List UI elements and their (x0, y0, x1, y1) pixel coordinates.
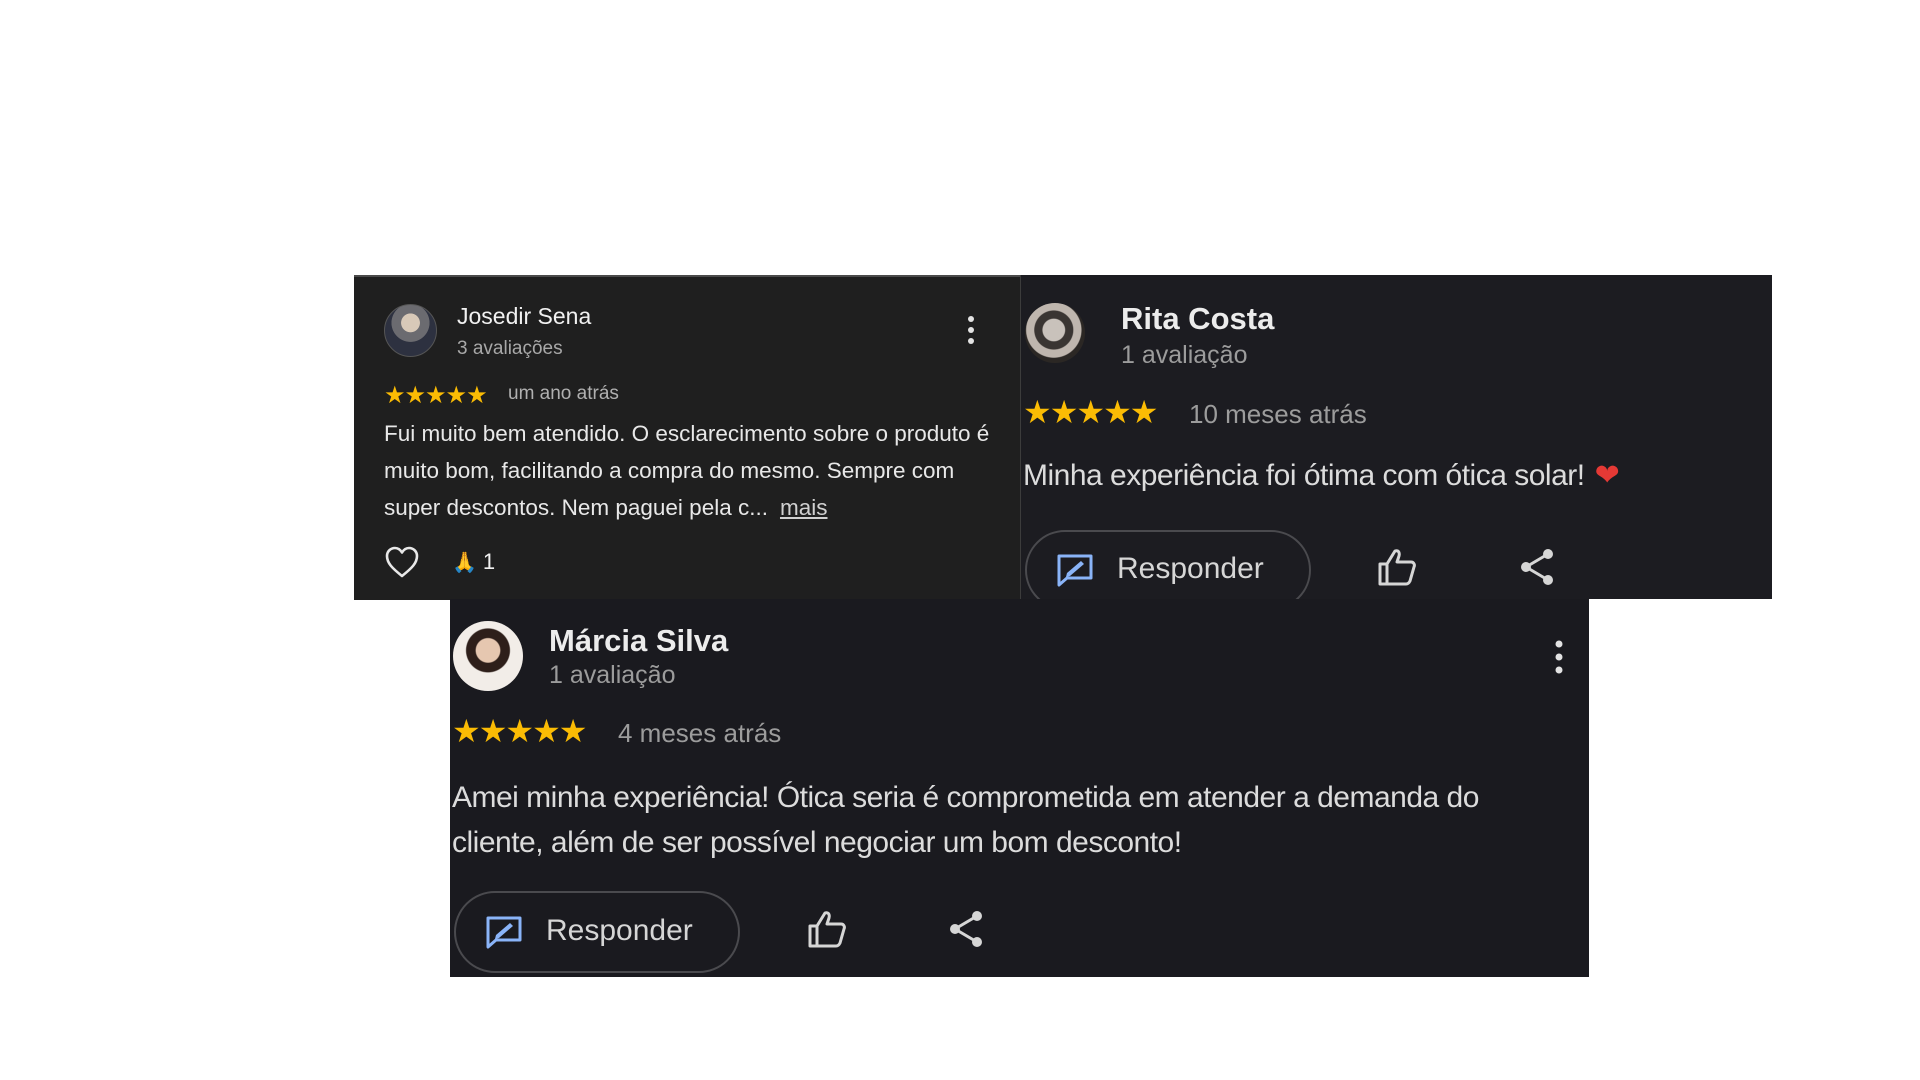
review-text-content: Minha experiência foi ótima com ótica so… (1023, 459, 1585, 492)
star-rating: ★★★★★ (452, 713, 587, 749)
review-card-rita: Rita Costa 1 avaliação ★★★★★ 10 meses at… (1020, 275, 1772, 599)
thumbs-up-icon[interactable] (1376, 547, 1418, 587)
review-text: Fui muito bem atendido. O esclarecimento… (384, 415, 1004, 526)
heart-icon[interactable] (384, 545, 420, 579)
review-card-marcia: Márcia Silva 1 avaliação ★★★★★ 4 meses a… (450, 599, 1589, 977)
review-text-content: Fui muito bem atendido. O esclarecimento… (384, 421, 990, 520)
reply-button[interactable]: Responder (1025, 530, 1311, 599)
avatar[interactable] (453, 621, 523, 691)
kebab-menu-icon[interactable] (966, 315, 976, 345)
reply-icon (486, 916, 522, 949)
reviewer-name[interactable]: Rita Costa (1121, 301, 1274, 337)
review-card-josedir: Josedir Sena 3 avaliações ★★★★★ um ano a… (354, 275, 1020, 600)
avatar[interactable] (384, 304, 437, 357)
reviewer-review-count: 3 avaliações (457, 338, 563, 359)
reviewer-name[interactable]: Márcia Silva (549, 623, 728, 659)
reaction-count[interactable]: 🙏 1 (452, 549, 495, 575)
share-icon[interactable] (1517, 547, 1557, 587)
pray-emoji-icon: 🙏 (452, 552, 477, 574)
reply-button[interactable]: Responder (454, 891, 740, 973)
avatar[interactable] (1025, 303, 1085, 363)
reviewer-review-count: 1 avaliação (1121, 341, 1248, 369)
reply-label: Responder (546, 914, 693, 947)
thumbs-up-icon[interactable] (806, 909, 848, 949)
star-rating: ★★★★★ (1023, 394, 1158, 430)
review-text: Minha experiência foi ótima com ótica so… (1023, 458, 1620, 493)
share-icon[interactable] (946, 909, 986, 949)
reply-icon (1057, 554, 1093, 587)
red-heart-icon: ❤ (1594, 459, 1620, 492)
review-time: 10 meses atrás (1189, 399, 1367, 429)
reaction-count-value: 1 (482, 549, 496, 574)
reviewer-review-count: 1 avaliação (549, 661, 676, 689)
reviewer-name[interactable]: Josedir Sena (457, 303, 591, 330)
reply-label: Responder (1117, 552, 1264, 585)
more-link[interactable]: mais (780, 495, 828, 520)
star-rating: ★★★★★ (384, 382, 488, 409)
review-text: Amei minha experiência! Ótica seria é co… (452, 781, 1479, 859)
kebab-menu-icon[interactable] (1554, 639, 1564, 675)
review-time: um ano atrás (508, 383, 619, 404)
review-time: 4 meses atrás (618, 718, 782, 748)
